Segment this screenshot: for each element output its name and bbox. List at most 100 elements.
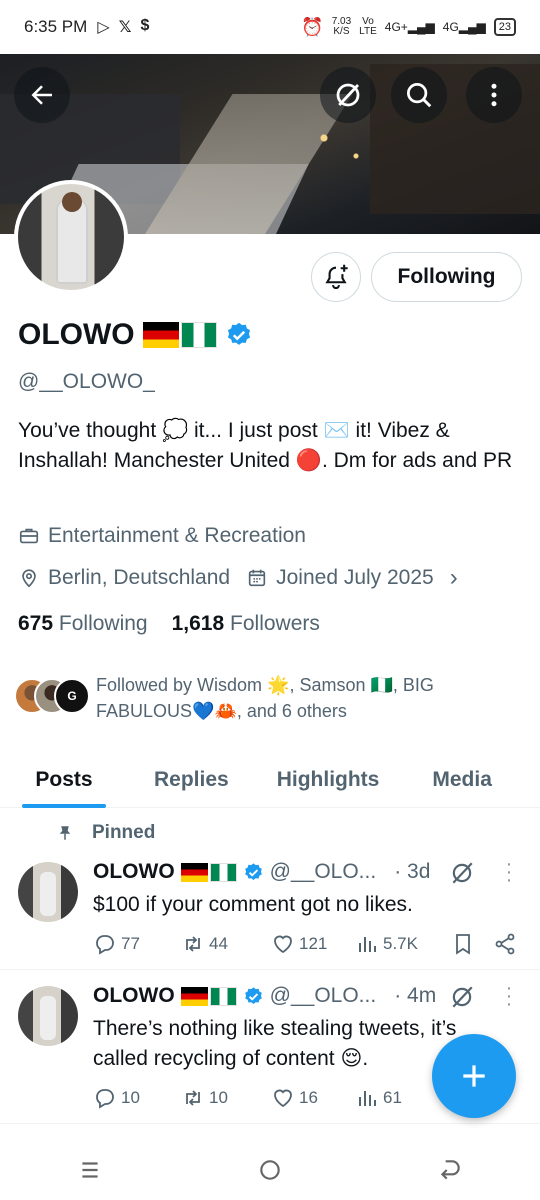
post-avatar[interactable] (18, 986, 78, 1046)
followers-count-label: Followers (230, 612, 320, 635)
grok-icon[interactable] (449, 860, 475, 886)
heart-icon (274, 935, 292, 954)
compose-fab[interactable] (432, 1034, 516, 1118)
nigeria-flag-icon (209, 986, 237, 1006)
back-icon[interactable] (437, 1157, 463, 1183)
volte-indicator: Vo LTE (359, 17, 377, 37)
grok-icon[interactable] (449, 984, 475, 1010)
post-avatar[interactable] (18, 862, 78, 922)
profile-category: Entertainment & Recreation (48, 524, 306, 547)
profile-tabs: Posts Replies Highlights Media (0, 752, 540, 808)
location-pin-icon (22, 569, 36, 588)
tab-label: Media (432, 768, 492, 791)
repost-icon (186, 936, 200, 952)
like-count: 16 (299, 1088, 318, 1107)
briefcase-icon (19, 528, 39, 544)
like-button[interactable]: 16 (271, 1086, 355, 1110)
display-name-row: OLOWO (18, 318, 253, 352)
s-app-icon: $ (140, 17, 150, 34)
follow-counts: 675 Following 1,618 Followers (18, 612, 320, 636)
net1-label: 4G+ (384, 20, 408, 34)
verified-badge-icon (244, 986, 262, 1004)
tab-label: Posts (35, 768, 93, 791)
followers-count-link[interactable]: 1,618 Followers (172, 612, 320, 636)
views-count: 61 (383, 1088, 402, 1107)
views-count: 5.7K (383, 934, 418, 953)
more-vertical-icon[interactable]: · · · (504, 978, 514, 1014)
post-author-handle: @__OLO... (269, 984, 377, 1007)
grok-button[interactable] (320, 67, 376, 123)
followed-by-text: Followed by Wisdom 🌟, Samson 🇳🇬, BIG FAB… (96, 675, 434, 721)
calendar-icon (248, 569, 266, 587)
germany-flag-icon (180, 986, 208, 1006)
tab-replies[interactable]: Replies (154, 752, 229, 808)
status-bar: 6:35 PM ▷ 𝕏 $ ⏰ 7.03 K/S Vo LTE 4G+▂▄▆ 4… (0, 0, 540, 54)
like-button[interactable]: 121 (271, 932, 355, 956)
net2-label: 4G (442, 20, 459, 34)
repost-button[interactable]: 44 (181, 932, 271, 956)
location-row: Berlin, Deutschland Joined July 2025 › (18, 564, 458, 592)
post-item[interactable]: OLOWO @__OLO... · 3d · · · $100 if your co… (0, 854, 540, 970)
verified-badge-icon (227, 322, 250, 345)
speed-unit: K/S (333, 26, 350, 37)
profile-location: Berlin, Deutschland (48, 566, 231, 589)
search-button[interactable] (391, 67, 447, 123)
more-button[interactable] (466, 67, 522, 123)
post-timestamp: · 3d (394, 860, 431, 883)
repost-button[interactable]: 10 (181, 1086, 271, 1110)
system-nav-bar (0, 1140, 540, 1200)
followed-by-row[interactable]: G Followed by Wisdom 🌟, Samson 🇳🇬, BIG F… (14, 672, 514, 724)
signal-icon: 4G+▂▄▆ (384, 20, 435, 34)
share-icon[interactable] (493, 932, 517, 956)
home-circle-icon[interactable] (257, 1157, 283, 1183)
banner-lights (300, 114, 380, 174)
germany-flag-icon (142, 322, 179, 348)
followed-by-avatars: G (14, 678, 90, 718)
carrier-bottom: LTE (359, 26, 377, 37)
following-button[interactable]: Following (371, 252, 522, 302)
heart-icon (274, 1089, 292, 1108)
more-vertical-icon[interactable]: · · · (504, 854, 514, 890)
reply-button[interactable]: 10 (93, 1086, 181, 1110)
followers-count: 1,618 (171, 612, 225, 635)
post-actions: 77 44 121 5.7K (93, 932, 517, 956)
nigeria-flag-icon (209, 862, 237, 882)
post-actions: 10 10 16 61 (93, 1086, 451, 1110)
alarm-icon: ⏰ (301, 16, 324, 37)
post-text: $100 if your comment got no likes. (93, 893, 413, 916)
back-button[interactable] (14, 67, 70, 123)
tab-posts[interactable]: Posts (22, 752, 106, 808)
chevron-right-icon[interactable]: › (450, 564, 458, 592)
views-button[interactable]: 5.7K (355, 932, 451, 956)
profile-avatar[interactable] (14, 180, 128, 294)
tab-media[interactable]: Media (432, 752, 492, 808)
repost-count: 10 (209, 1088, 228, 1107)
reply-button[interactable]: 77 (93, 932, 181, 956)
grok-icon (336, 83, 360, 107)
notifications-button[interactable] (311, 252, 361, 302)
recents-icon[interactable] (77, 1157, 103, 1183)
x-app-icon: 𝕏 (118, 19, 132, 36)
bookmark-icon[interactable] (451, 932, 475, 956)
post-header: OLOWO @__OLO... · 4m (93, 984, 436, 1008)
profile-bio: You’ve thought 💭 it... I just post ✉️ it… (18, 419, 513, 472)
reply-count: 10 (121, 1088, 140, 1107)
post-author-name: OLOWO (93, 860, 175, 883)
nigeria-flag-icon (180, 322, 217, 348)
following-count: 675 (18, 612, 54, 635)
following-count-link[interactable]: 675 Following (18, 612, 148, 636)
display-name: OLOWO (18, 318, 135, 351)
profile-joined: Joined July 2025 (276, 566, 434, 589)
tab-highlights[interactable]: Highlights (277, 752, 380, 808)
tab-label: Replies (154, 768, 229, 791)
like-count: 121 (299, 934, 328, 953)
plus-icon (463, 1065, 485, 1087)
following-count-label: Following (58, 612, 148, 635)
repost-count: 44 (209, 934, 228, 953)
views-chart-icon (359, 937, 376, 952)
post-author-handle: @__OLO... (269, 860, 377, 883)
post-timestamp: · 4m (394, 984, 437, 1007)
verified-badge-icon (244, 862, 262, 880)
status-time: 6:35 PM (24, 17, 88, 36)
search-icon (407, 83, 432, 108)
